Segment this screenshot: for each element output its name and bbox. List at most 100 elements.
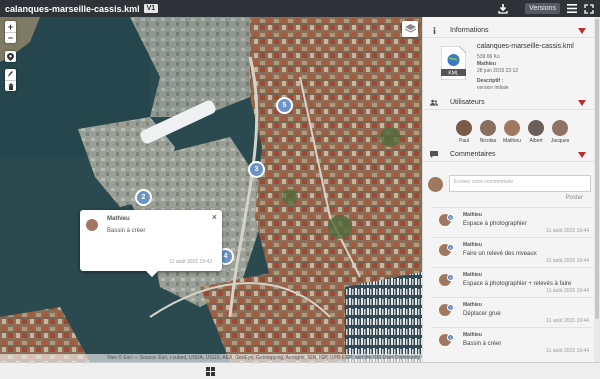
comment-date: 11 août 2015 19:44 [546, 258, 589, 264]
user-item[interactable]: Jacques [549, 120, 571, 144]
file-description-label: Descriptif : [477, 78, 504, 84]
comment-marker-badge: 2 [447, 304, 454, 311]
comment-item[interactable]: 1 Mathieu Bassin à créer 11 août 2015 19… [431, 327, 593, 355]
bottom-bar [0, 362, 600, 379]
comment-author: Mathieu [463, 332, 482, 338]
comment-date: 11 août 2015 19:44 [546, 228, 589, 234]
map-tiles [0, 17, 422, 362]
users-icon [430, 99, 438, 107]
info-icon [430, 27, 438, 35]
popup-close-button[interactable]: × [212, 212, 217, 222]
chevron-down-icon[interactable] [578, 27, 586, 34]
map-pin-icon [5, 51, 16, 62]
layers-icon [404, 24, 416, 33]
comment-text: Faire un relevé des niveaux [463, 251, 537, 257]
zoom-control: + − [5, 21, 16, 43]
file-type-label: KML [448, 71, 459, 77]
user-name: Jacques [550, 138, 570, 144]
comment-date: 11 août 2015 19:44 [546, 288, 589, 294]
section-title: Commentaires [450, 151, 496, 158]
download-icon[interactable] [497, 3, 509, 15]
avatar [480, 120, 496, 136]
versions-button[interactable]: Versions [525, 3, 560, 14]
file-date: 28 juin 2015 22:12 [477, 68, 519, 74]
avatar [528, 120, 544, 136]
comment-author: Mathieu [463, 212, 482, 218]
comment-popup: × Mathieu Bassin à créer 11 août 2015 19… [80, 210, 222, 277]
popup-content: Mathieu Bassin à créer [107, 216, 145, 234]
avatar [552, 120, 568, 136]
comment-text: Déplacer grue [463, 311, 501, 317]
comment-marker-badge: 4 [447, 244, 454, 251]
section-informations-header[interactable]: Informations [423, 24, 594, 38]
comment-marker-badge: 5 [447, 214, 454, 221]
user-item[interactable]: Albert [525, 120, 547, 144]
chevron-down-icon[interactable] [578, 99, 586, 106]
hamburger-menu-icon[interactable] [566, 3, 578, 15]
map-attribution: Tiles © Esri — Source: Esri, i-cubed, US… [0, 354, 422, 362]
zoom-out-button[interactable]: − [5, 32, 16, 43]
draw-tools [5, 69, 16, 91]
avatar [428, 177, 443, 192]
avatar [456, 120, 472, 136]
post-button[interactable]: Poster [566, 195, 583, 201]
comment-text: Bassin à créer [463, 341, 502, 347]
file-description: version initiale [477, 85, 509, 91]
user-name: Nicolas [479, 138, 497, 144]
avatar [504, 120, 520, 136]
top-bar: calanques-marseille-cassis.kml V1 Versio… [0, 0, 600, 17]
map-marker-2[interactable]: 2 [135, 189, 152, 206]
comment-item[interactable]: 2 Mathieu Déplacer grue 11 août 2015 19:… [431, 297, 593, 325]
comment-item[interactable]: 3 Mathieu Espace à photographier + relev… [431, 267, 593, 295]
trash-icon[interactable] [5, 80, 16, 91]
locate-tool[interactable] [5, 51, 16, 62]
comment-text: Espace à photographier + relevés à faire [463, 281, 572, 287]
section-comments-header[interactable]: Commentaires [423, 148, 594, 162]
comment-item[interactable]: 4 Mathieu Faire un relevé des niveaux 11… [431, 237, 593, 265]
popup-body: Mathieu Bassin à créer [86, 216, 216, 234]
comment-author: Mathieu [463, 272, 482, 278]
comment-date: 11 août 2015 19:44 [546, 318, 589, 324]
file-size: 539.06 Ko [477, 54, 500, 60]
user-name: Paul [458, 138, 469, 144]
comment-item[interactable]: 5 Mathieu Espace à photographier 11 août… [431, 207, 593, 235]
expand-icon[interactable] [583, 3, 595, 15]
user-item[interactable]: Paul [453, 120, 475, 144]
side-panel: Informations KML calanques-marseille-cas… [422, 17, 600, 362]
edit-icon[interactable] [5, 69, 16, 80]
file-name: calanques-marseille-cassis.kml [477, 43, 574, 50]
section-users-header[interactable]: Utilisateurs [423, 96, 594, 110]
popup-author: Mathieu [107, 216, 130, 222]
section-title: Utilisateurs [450, 99, 485, 106]
comment-author: Mathieu [463, 242, 482, 248]
popup-date: 11 août 2015 19:42 [169, 259, 212, 265]
user-item[interactable]: Mathieu [501, 120, 523, 144]
comment-author: Mathieu [463, 302, 482, 308]
comments-icon [430, 151, 438, 159]
kml-file-icon: KML [441, 46, 466, 80]
version-badge: V1 [143, 4, 159, 13]
layers-button[interactable] [402, 21, 418, 37]
comment-date: 11 août 2015 19:44 [546, 348, 589, 354]
zoom-in-button[interactable]: + [5, 21, 16, 32]
comment-marker-badge: 1 [447, 334, 454, 341]
popup-text: Bassin à créer [107, 228, 146, 234]
user-name: Albert [529, 138, 543, 144]
grid-icon[interactable] [206, 367, 215, 376]
document-title: calanques-marseille-cassis.kml [5, 3, 140, 14]
comment-input[interactable]: Ecrivez votre commentaire [449, 175, 591, 192]
scrollbar-thumb[interactable] [595, 19, 599, 319]
map-marker-3[interactable]: 3 [248, 161, 265, 178]
section-title: Informations [450, 27, 489, 34]
user-name: Mathieu [503, 138, 521, 144]
comment-text: Espace à photographier [463, 221, 527, 227]
user-list: Paul Nicolas Mathieu Albert Jacques [453, 120, 573, 144]
map-marker-5[interactable]: 5 [276, 97, 293, 114]
file-author: Mathieu [477, 61, 496, 67]
user-item[interactable]: Nicolas [477, 120, 499, 144]
panel-scrollbar[interactable] [594, 17, 600, 362]
comment-marker-badge: 3 [447, 274, 454, 281]
avatar [86, 219, 98, 231]
satellite-map[interactable]: + − 5 3 2 4 × Mathieu Bassin à créer 11 … [0, 17, 422, 362]
chevron-down-icon[interactable] [578, 151, 586, 158]
